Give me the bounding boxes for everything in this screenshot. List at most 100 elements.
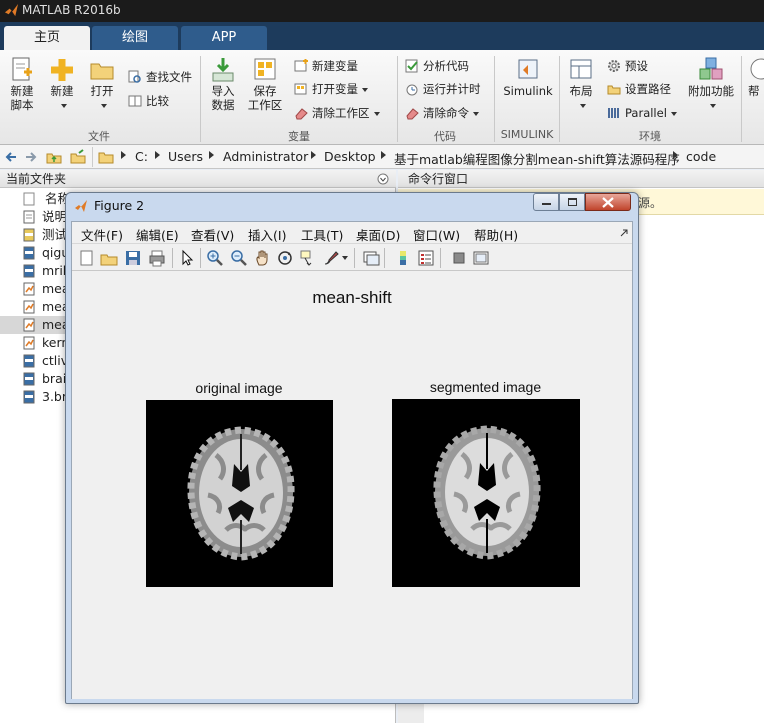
new-script-label-1: 新建: [10, 84, 34, 98]
brush-icon[interactable]: [322, 249, 340, 267]
maximize-icon: [568, 198, 577, 206]
figure-title: Figure 2: [94, 198, 145, 213]
browse-folder-icon[interactable]: [70, 149, 86, 165]
menu-file[interactable]: 文件(F): [81, 225, 123, 244]
new-figure-icon[interactable]: [78, 249, 96, 267]
show-plot-tools-icon[interactable]: [472, 249, 490, 267]
set-path-button[interactable]: 设置路径: [607, 80, 671, 98]
menu-insert[interactable]: 插入(I): [248, 225, 286, 244]
dock-arrow-icon[interactable]: [620, 229, 628, 237]
save-icon[interactable]: [124, 249, 142, 267]
analyze-code-button[interactable]: 分析代码: [405, 57, 469, 75]
clear-commands-button[interactable]: 清除命令: [405, 104, 479, 122]
chevron-down-icon: [580, 103, 586, 108]
pointer-icon[interactable]: [178, 249, 196, 267]
open-button[interactable]: 打开: [86, 56, 118, 112]
addons-button[interactable]: 附加功能: [686, 56, 736, 112]
menu-desktop[interactable]: 桌面(D): [356, 225, 400, 244]
rotate-3d-icon[interactable]: [276, 249, 294, 267]
layout-icon: [570, 59, 592, 79]
back-arrow-icon[interactable]: [4, 150, 18, 164]
preferences-button[interactable]: 预设: [607, 57, 648, 75]
import-data-button[interactable]: 导入 数据: [205, 56, 241, 112]
chevron-down-icon: [373, 111, 380, 116]
menu-tools[interactable]: 工具(T): [301, 225, 343, 244]
maximize-button[interactable]: [559, 193, 585, 211]
command-window-title: 命令行窗口: [408, 172, 469, 186]
colorbar-icon[interactable]: [394, 249, 412, 267]
m-file-icon: [23, 282, 35, 296]
environment-group-label: 环境: [639, 130, 661, 143]
breadcrumb-c[interactable]: C:: [135, 149, 148, 164]
toolbar-separator: [200, 248, 201, 268]
layout-label: 布局: [569, 84, 593, 98]
breadcrumb-separator-icon: [381, 151, 386, 159]
group-separator: [494, 56, 495, 142]
data-cursor-icon[interactable]: [299, 249, 317, 267]
simulink-button[interactable]: Simulink: [500, 56, 556, 98]
legend-icon[interactable]: [417, 249, 435, 267]
find-files-label: 查找文件: [146, 70, 192, 84]
save-workspace-button[interactable]: 保存 工作区: [245, 56, 285, 112]
minimize-button[interactable]: [533, 193, 559, 211]
group-separator: [741, 56, 742, 142]
breadcrumb-code[interactable]: code: [686, 149, 716, 164]
help-button[interactable]: 帮: [748, 56, 764, 98]
variable-group-label: 变量: [288, 130, 310, 143]
pan-hand-icon[interactable]: [254, 249, 272, 267]
layout-button[interactable]: 布局: [563, 56, 599, 112]
tab-home[interactable]: 主页: [4, 26, 90, 50]
app-title: MATLAB R2016b: [22, 3, 121, 17]
folder-icon: [98, 152, 114, 164]
new-script-button[interactable]: 新建 脚本: [4, 56, 40, 112]
title-bar: MATLAB R2016b: [0, 0, 764, 22]
panel-menu-icon[interactable]: [377, 173, 389, 185]
menu-view[interactable]: 查看(V): [191, 225, 234, 244]
folder-icon: [607, 85, 621, 95]
help-icon: [750, 58, 764, 80]
up-folder-icon[interactable]: [46, 149, 62, 165]
find-files-icon: [128, 70, 141, 83]
open-file-icon[interactable]: [100, 249, 118, 267]
breadcrumb-administrator[interactable]: Administrator: [223, 149, 308, 164]
run-and-time-button[interactable]: 运行并计时: [405, 80, 481, 98]
hide-plot-tools-icon[interactable]: [450, 249, 468, 267]
tab-apps[interactable]: APP: [181, 26, 267, 50]
zoom-out-icon[interactable]: [230, 249, 248, 267]
find-files-button[interactable]: 查找文件: [128, 68, 192, 86]
new-button[interactable]: 新建: [46, 56, 78, 112]
brush-dropdown-icon[interactable]: [342, 256, 348, 260]
file-name: brai: [42, 371, 67, 386]
m-file-icon: [23, 336, 35, 350]
blank-file-icon: [23, 192, 35, 206]
current-folder-title: 当前文件夹: [6, 172, 67, 186]
set-path-label: 设置路径: [625, 82, 671, 96]
close-button[interactable]: [585, 193, 631, 211]
breadcrumb-users[interactable]: Users: [168, 149, 203, 164]
menu-window[interactable]: 窗口(W): [413, 225, 460, 244]
figure-client: 文件(F) 编辑(E) 查看(V) 插入(I) 工具(T) 桌面(D) 窗口(W…: [71, 221, 633, 699]
clear-workspace-button[interactable]: 清除工作区: [294, 104, 380, 122]
open-variable-label: 打开变量: [312, 82, 358, 96]
breadcrumb-desktop[interactable]: Desktop: [324, 149, 376, 164]
gear-icon: [608, 60, 620, 72]
tab-plots[interactable]: 绘图: [92, 26, 178, 50]
segmented-image: [392, 399, 580, 587]
simulink-label: Simulink: [503, 84, 553, 98]
parallel-icon: [608, 108, 619, 118]
compare-button[interactable]: 比较: [128, 92, 169, 110]
zoom-in-icon[interactable]: [206, 249, 224, 267]
print-icon[interactable]: [148, 249, 166, 267]
parallel-button[interactable]: Parallel: [607, 104, 677, 122]
forward-arrow-icon[interactable]: [24, 150, 38, 164]
chevron-down-icon: [710, 103, 716, 108]
menu-help[interactable]: 帮助(H): [474, 225, 518, 244]
open-variable-button[interactable]: 打开变量: [294, 80, 368, 98]
new-variable-button[interactable]: 新建变量: [294, 57, 358, 75]
bmp-file-icon: [23, 372, 35, 386]
menu-edit[interactable]: 编辑(E): [136, 225, 179, 244]
analyze-code-label: 分析代码: [423, 59, 469, 73]
m-file-icon: [23, 300, 35, 314]
breadcrumb-project-folder[interactable]: 基于matlab编程图像分割mean-shift算法源码程序: [394, 149, 680, 168]
link-plot-icon[interactable]: [362, 249, 380, 267]
